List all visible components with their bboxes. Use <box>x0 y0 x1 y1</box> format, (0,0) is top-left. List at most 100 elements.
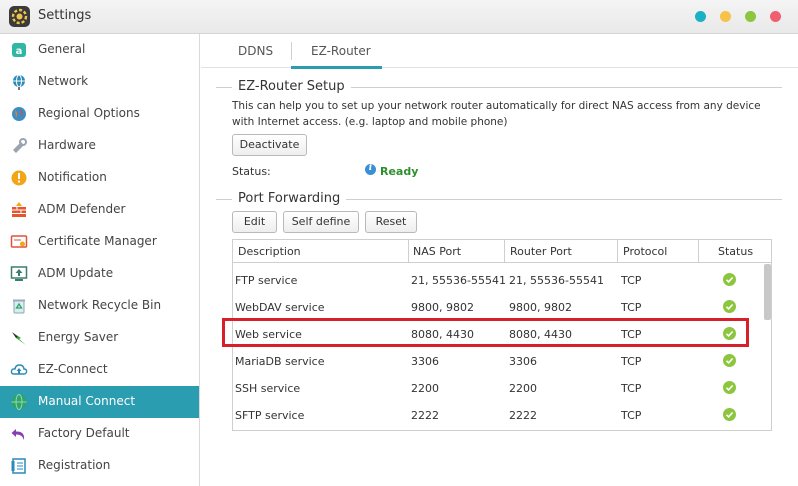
setup-description: This can help you to set up your network… <box>232 100 761 128</box>
sidebar-item-energy-saver[interactable]: Energy Saver <box>0 322 199 354</box>
manual-connect-icon <box>11 394 27 410</box>
title-bar: Settings <box>0 0 798 34</box>
energy-saver-icon <box>12 332 26 345</box>
column-separator <box>617 240 618 263</box>
sidebar-item-label: General <box>38 42 86 56</box>
cell-description: FTP service <box>235 274 298 287</box>
certificate-manager-icon <box>10 235 28 248</box>
cell-protocol: TCP <box>621 382 642 395</box>
status-check-icon <box>723 354 736 367</box>
table-scrollbar[interactable] <box>764 264 771 320</box>
hardware-icon <box>13 138 27 153</box>
cell-protocol: TCP <box>621 409 642 422</box>
recycle-bin-icon <box>13 299 25 314</box>
column-separator <box>698 240 699 263</box>
sidebar-item-label: Manual Connect <box>38 394 136 408</box>
table-row[interactable]: FTP service 21, 55536-55541 21, 55536-55… <box>233 267 763 294</box>
column-header-description[interactable]: Description <box>238 245 301 258</box>
table-row[interactable]: SSH service 2200 2200 TCP <box>233 375 763 402</box>
column-separator <box>504 240 505 263</box>
sidebar-item-adm-defender[interactable]: ADM Defender <box>0 194 199 226</box>
sidebar-item-hardware[interactable]: Hardware <box>0 130 199 162</box>
settings-app-icon <box>9 6 30 27</box>
sidebar-item-network[interactable]: Network <box>0 66 199 98</box>
status-check-icon <box>723 408 736 421</box>
status-check-icon <box>723 273 736 286</box>
sidebar-item-label: Certificate Manager <box>38 234 157 248</box>
sidebar-item-ez-connect[interactable]: EZ-Connect <box>0 354 199 386</box>
cell-router-port: 2200 <box>509 382 537 395</box>
adm-update-icon <box>10 266 28 281</box>
maximize-button[interactable] <box>745 11 756 22</box>
status-value: Ready <box>380 165 419 178</box>
cell-nas-port: 21, 55536-55541 <box>411 274 506 287</box>
column-header-protocol[interactable]: Protocol <box>623 245 667 258</box>
sidebar-item-label: Hardware <box>38 138 96 152</box>
sidebar-item-notification[interactable]: Notification <box>0 162 199 194</box>
factory-default-icon <box>11 429 25 440</box>
registration-icon <box>11 458 26 474</box>
column-header-router-port[interactable]: Router Port <box>510 245 572 258</box>
sidebar-item-manual-connect[interactable]: Manual Connect <box>0 386 199 418</box>
sidebar: a General Network Regional Options Hardw… <box>0 34 200 486</box>
tab-ddns[interactable]: DDNS <box>238 44 273 58</box>
table-row[interactable]: WebDAV service 9800, 9802 9800, 9802 TCP <box>233 294 763 321</box>
table-header: Description NAS Port Router Port Protoco… <box>233 240 771 263</box>
self-define-button[interactable]: Self define <box>283 211 359 233</box>
tab-ez-router[interactable]: EZ-Router <box>311 44 371 58</box>
status-label: Status: <box>232 165 271 178</box>
deactivate-button[interactable]: Deactivate <box>232 134 307 156</box>
cell-nas-port: 9800, 9802 <box>411 301 474 314</box>
svg-text:a: a <box>16 46 23 57</box>
sidebar-item-label: Network <box>38 74 89 88</box>
main-panel: DDNS EZ-Router EZ-Router Setup This can … <box>201 34 798 486</box>
sidebar-item-label: Notification <box>38 170 107 184</box>
sidebar-item-label: Network Recycle Bin <box>38 298 162 312</box>
status-check-icon <box>723 300 736 313</box>
sidebar-item-label: ADM Update <box>38 266 114 280</box>
section-title-port-forwarding: Port Forwarding <box>232 191 347 206</box>
info-icon: i <box>365 163 376 175</box>
reset-button[interactable]: Reset <box>365 211 417 233</box>
sidebar-item-network-recycle-bin[interactable]: Network Recycle Bin <box>0 290 199 322</box>
column-header-status[interactable]: Status <box>718 245 753 258</box>
table-row[interactable]: MariaDB service 3306 3306 TCP <box>233 348 763 375</box>
sidebar-item-factory-default[interactable]: Factory Default <box>0 418 199 450</box>
cell-protocol: TCP <box>621 355 642 368</box>
sidebar-item-registration[interactable]: Registration <box>0 450 199 482</box>
general-icon: a <box>12 43 26 57</box>
cell-nas-port: 3306 <box>411 355 439 368</box>
ez-connect-icon <box>10 364 28 375</box>
close-button[interactable] <box>770 11 781 22</box>
column-header-nas-port[interactable]: NAS Port <box>413 245 461 258</box>
cell-router-port: 21, 55536-55541 <box>509 274 604 287</box>
column-separator <box>408 240 409 263</box>
edit-button[interactable]: Edit <box>232 211 277 233</box>
tab-separator <box>291 42 292 60</box>
active-tab-indicator <box>291 66 382 69</box>
status-check-icon <box>723 381 736 394</box>
sidebar-item-label: ADM Defender <box>38 202 126 216</box>
window-dot-teal[interactable] <box>695 11 706 22</box>
cell-router-port: 2222 <box>509 409 537 422</box>
highlight-box <box>222 318 749 347</box>
sidebar-item-label: Factory Default <box>38 426 130 440</box>
sidebar-item-certificate-manager[interactable]: Certificate Manager <box>0 226 199 258</box>
adm-defender-icon <box>12 202 26 217</box>
notification-icon <box>11 170 27 186</box>
sidebar-item-label: Registration <box>38 458 111 472</box>
cell-description: SSH service <box>235 382 301 395</box>
cell-description: MariaDB service <box>235 355 325 368</box>
minimize-button[interactable] <box>720 11 731 22</box>
sidebar-item-general[interactable]: a General <box>0 34 199 66</box>
network-icon <box>13 74 25 90</box>
tab-bar: DDNS EZ-Router <box>201 34 798 69</box>
sidebar-item-adm-update[interactable]: ADM Update <box>0 258 199 290</box>
cell-nas-port: 2222 <box>411 409 439 422</box>
sidebar-item-regional-options[interactable]: Regional Options <box>0 98 199 130</box>
sidebar-item-label: Regional Options <box>38 106 140 120</box>
section-title-ez-router-setup: EZ-Router Setup <box>232 79 351 94</box>
sidebar-item-label: Energy Saver <box>38 330 119 344</box>
table-row[interactable]: SFTP service 2222 2222 TCP <box>233 402 763 429</box>
cell-protocol: TCP <box>621 274 642 287</box>
